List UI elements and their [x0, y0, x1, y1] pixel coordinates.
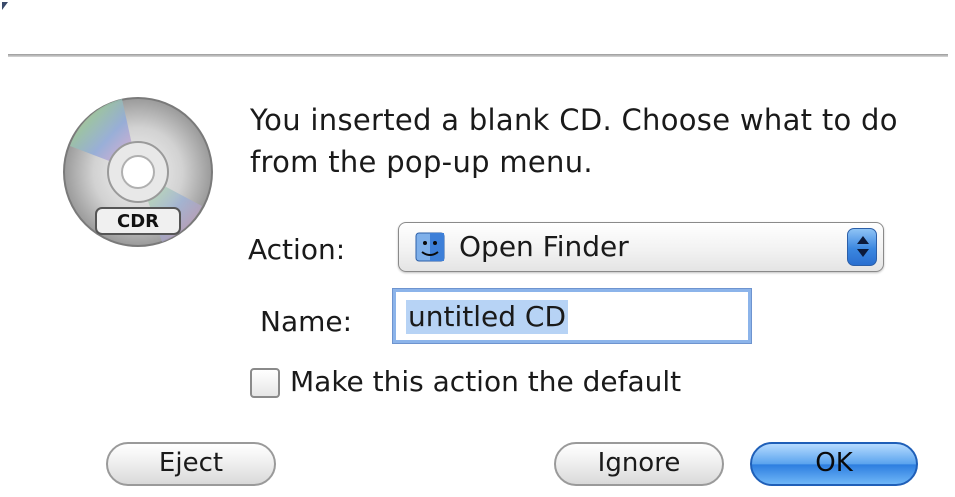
popup-arrows-icon [847, 228, 877, 266]
title-separator [8, 54, 948, 57]
ok-button[interactable]: OK [750, 442, 918, 486]
cd-icon-label: CDR [117, 211, 159, 232]
title-bar [0, 0, 955, 54]
dialog-message: You inserted a blank CD. Choose what to … [250, 103, 898, 179]
blank-cd-icon: CDR [63, 97, 213, 247]
name-input[interactable]: untitled CD [392, 288, 752, 344]
action-popup-menu[interactable]: Open Finder [398, 222, 884, 272]
window-corner-mark [2, 2, 8, 10]
insert-blank-cd-dialog: CDR You inserted a blank CD. Choose what… [0, 0, 955, 497]
name-label: Name: [260, 305, 353, 338]
ignore-button[interactable]: Ignore [554, 442, 724, 486]
finder-icon [415, 232, 445, 262]
make-default-checkbox[interactable] [250, 368, 280, 398]
action-label: Action: [248, 233, 346, 266]
eject-button[interactable]: Eject [106, 442, 276, 486]
make-default-label[interactable]: Make this action the default [290, 365, 681, 399]
name-input-value: untitled CD [406, 300, 569, 334]
action-popup-value: Open Finder [459, 230, 629, 263]
